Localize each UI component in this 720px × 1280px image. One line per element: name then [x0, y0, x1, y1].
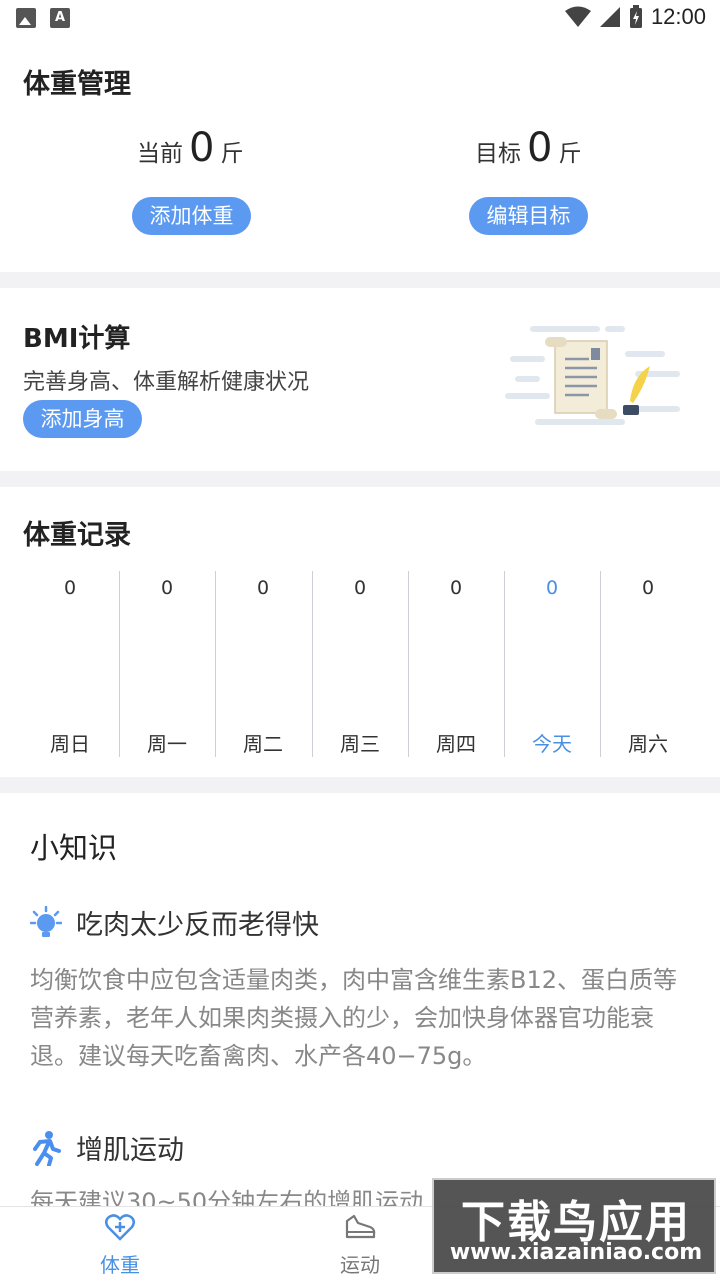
day-value: 0 [256, 577, 270, 599]
weight-record-card: 体重记录 0 周日 0 周一 0 周二 0 周三 0 周四 0 今天 0 周六 [0, 487, 720, 777]
knowledge-title: 小知识 [30, 831, 118, 865]
nav-weight-label: 体重 [100, 1253, 140, 1277]
lightbulb-icon [30, 905, 62, 937]
day-column-sun[interactable]: 0 周日 [22, 571, 118, 757]
target-weight-value: 0 [527, 125, 553, 171]
edit-target-button[interactable]: 编辑目标 [469, 197, 588, 235]
day-column-today[interactable]: 0 今天 [504, 571, 600, 757]
day-column-wed[interactable]: 0 周三 [312, 571, 408, 757]
day-column-tue[interactable]: 0 周二 [215, 571, 311, 757]
tip-title: 吃肉太少反而老得快 [76, 910, 319, 941]
day-column-mon[interactable]: 0 周一 [119, 571, 215, 757]
status-bar: A 12:00 [0, 0, 720, 36]
day-column-thu[interactable]: 0 周四 [408, 571, 504, 757]
sneaker-icon [345, 1214, 376, 1239]
document-illustration [505, 326, 680, 425]
watermark: 下载鸟应用 www.xiazainiao.com [432, 1178, 716, 1274]
day-label: 周一 [147, 732, 187, 756]
day-label: 周六 [628, 732, 668, 756]
weight-record-title: 体重记录 [23, 520, 131, 551]
tip-title: 增肌运动 [76, 1135, 184, 1166]
nav-exercise[interactable]: 运动 [300, 1213, 420, 1278]
day-value: 0 [63, 577, 77, 599]
tip-heading: 吃肉太少反而老得快 [30, 903, 319, 942]
current-weight-value: 0 [189, 125, 215, 171]
bmi-card[interactable]: BMI计算 完善身高、体重解析健康状况 添加身高 [0, 288, 720, 471]
weight-management-card: 体重管理 当前 0 斤 目标 0 斤 添加体重 编辑目标 [0, 36, 720, 272]
battery-icon [629, 5, 642, 28]
watermark-url: www.xiazainiao.com [449, 1240, 703, 1265]
target-weight-label: 目标 [475, 141, 521, 167]
target-weight-unit: 斤 [558, 141, 582, 167]
clock: 12:00 [650, 4, 706, 29]
target-weight: 目标 0 斤 [475, 128, 581, 168]
add-height-button[interactable]: 添加身高 [23, 400, 142, 438]
text-notification-icon: A [50, 8, 70, 28]
gallery-notification-icon [16, 8, 36, 28]
bmi-subtitle: 完善身高、体重解析健康状况 [23, 370, 310, 395]
bmi-title: BMI计算 [23, 324, 131, 354]
current-weight-unit: 斤 [220, 141, 244, 167]
knowledge-card: 小知识 吃肉太少反而老得快 均衡饮食中应包含适量肉类，肉中富含维生素B12、蛋白… [0, 793, 720, 1206]
current-weight-label: 当前 [137, 141, 183, 167]
day-value: 0 [641, 577, 655, 599]
tip-text: 均衡饮食中应包含适量肉类，肉中富含维生素B12、蛋白质等营养素，老年人如果肉类摄… [30, 966, 678, 1070]
weight-management-title: 体重管理 [23, 69, 131, 100]
current-weight: 当前 0 斤 [137, 128, 243, 168]
day-label: 今天 [532, 732, 572, 756]
signal-icon [599, 7, 620, 27]
day-column-sat[interactable]: 0 周六 [600, 571, 696, 757]
weekly-weight-chart: 0 周日 0 周一 0 周二 0 周三 0 周四 0 今天 0 周六 [22, 571, 698, 757]
day-value: 0 [545, 577, 559, 599]
wifi-icon [564, 6, 591, 27]
day-label: 周日 [50, 732, 90, 756]
add-weight-button[interactable]: 添加体重 [132, 197, 251, 235]
day-value: 0 [449, 577, 463, 599]
day-label: 周二 [243, 732, 283, 756]
nav-exercise-label: 运动 [340, 1253, 380, 1277]
running-icon [33, 1130, 61, 1166]
heart-plus-icon [105, 1214, 135, 1241]
day-label: 周三 [340, 732, 380, 756]
nav-weight[interactable]: 体重 [60, 1213, 180, 1278]
day-value: 0 [353, 577, 367, 599]
day-label: 周四 [436, 732, 476, 756]
day-value: 0 [160, 577, 174, 599]
tip-heading: 增肌运动 [30, 1128, 184, 1167]
